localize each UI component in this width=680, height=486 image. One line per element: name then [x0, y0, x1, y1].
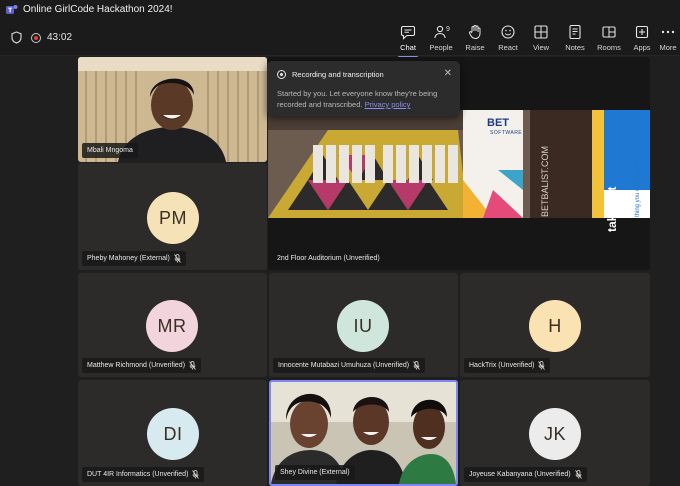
chat-icon: [400, 25, 416, 40]
participant-name-tag: Joyeuse Kabanyana (Unverified): [464, 467, 587, 482]
sponsor-takealot-text: takealot: [605, 186, 619, 232]
title-bar: Online GirlCode Hackathon 2024!: [0, 0, 680, 20]
mic-off-icon: [574, 470, 582, 479]
participant-name-tag: DUT 4IR Informatics (Unverified): [82, 467, 205, 482]
raise-hand-icon: [468, 25, 481, 40]
shield-icon[interactable]: [11, 31, 22, 44]
more-options-icon: [661, 30, 675, 34]
mic-off-icon: [189, 361, 196, 370]
participant-tile-joyeuse[interactable]: JK Joyeuse Kabanyana (Unverified): [460, 380, 650, 486]
participant-name-tag: Innocente Mutabazi Umuhuza (Unverified): [273, 358, 426, 373]
mic-off-icon: [538, 361, 546, 370]
avatar: MR: [146, 300, 198, 352]
apps-icon: [635, 25, 649, 39]
meeting-toolbar: 43:02 Chat 9 People Raise React View Not…: [0, 20, 680, 58]
participant-tile-dut[interactable]: DI DUT 4IR Informatics (Unverified): [78, 380, 267, 486]
avatar: JK: [529, 408, 581, 460]
participant-name: Joyeuse Kabanyana (Unverified): [469, 471, 571, 478]
participant-name: HackTrix (Unverified): [469, 362, 535, 369]
participant-name: Shey Divine (External): [280, 469, 350, 476]
video-tile-shey[interactable]: Shey Divine (External): [269, 380, 458, 486]
window-title: Online GirlCode Hackathon 2024!: [23, 4, 173, 15]
avatar: IU: [337, 300, 389, 352]
participant-name: 2nd Floor Auditorium (Unverified): [277, 255, 380, 262]
sponsor-bet-subtext: SOFTWARE: [490, 130, 523, 136]
avatar: H: [529, 300, 581, 352]
popup-message: Started by you. Let everyone know they'r…: [277, 89, 438, 109]
avatar: DI: [147, 408, 199, 460]
recording-notification-popup: Recording and transcription ✕ Started by…: [267, 61, 460, 116]
privacy-policy-link[interactable]: Privacy policy: [365, 100, 411, 109]
sponsor-bet-text: BET: [487, 117, 509, 129]
people-count: 9: [446, 26, 450, 33]
react-emoji-icon: [501, 25, 515, 39]
participant-name-tag: Matthew Richmond (Unverified): [82, 358, 202, 373]
participant-tile-pheby[interactable]: PM Pheby Mahoney (External): [78, 163, 267, 270]
popup-title: Recording and transcription: [292, 70, 384, 79]
participant-name-tag: Pheby Mahoney (External): [82, 251, 186, 266]
participant-name-tag: 2nd Floor Auditorium (Unverified): [272, 251, 385, 266]
video-tile-mbali[interactable]: Mbali Mngoma: [78, 57, 267, 162]
participant-name-tag: Mbali Mngoma: [82, 143, 138, 158]
participant-tile-matthew[interactable]: MR Matthew Richmond (Unverified): [78, 273, 267, 377]
more-label: More: [659, 43, 677, 52]
participant-name: Mbali Mngoma: [87, 147, 133, 154]
mic-off-icon: [174, 254, 181, 263]
more-button[interactable]: More: [656, 24, 680, 54]
close-icon[interactable]: ✕: [444, 69, 452, 79]
meeting-timer: 43:02: [47, 32, 73, 43]
participant-name: Innocente Mutabazi Umuhuza (Unverified): [278, 362, 410, 369]
participant-name-tag: Shey Divine (External): [275, 465, 355, 480]
participant-name: Pheby Mahoney (External): [87, 255, 170, 262]
notes-icon: [569, 24, 581, 40]
participant-tile-innocente[interactable]: IU Innocente Mutabazi Umuhuza (Unverifie…: [269, 273, 458, 377]
recording-indicator-icon: [31, 33, 41, 43]
auditorium-video: [268, 110, 650, 218]
sponsor-takealot-subtext: thing you can imagine: [635, 158, 641, 217]
avatar: PM: [147, 192, 199, 244]
recording-status-icon: [277, 70, 286, 79]
sponsor-betbalist-text: BETBALIST.COM: [540, 145, 550, 217]
participant-tile-hacktrix[interactable]: H HackTrix (Unverified): [460, 273, 650, 377]
view-grid-icon: [534, 25, 548, 39]
participant-name: Matthew Richmond (Unverified): [87, 362, 186, 369]
mic-off-icon: [192, 470, 200, 479]
popup-body: Started by you. Let everyone know they'r…: [277, 88, 455, 110]
mic-off-icon: [413, 361, 420, 370]
participant-name: DUT 4IR Informatics (Unverified): [87, 471, 189, 478]
rooms-icon: [602, 26, 616, 38]
teams-logo-icon: [6, 5, 18, 14]
participant-name-tag: HackTrix (Unverified): [464, 358, 551, 373]
